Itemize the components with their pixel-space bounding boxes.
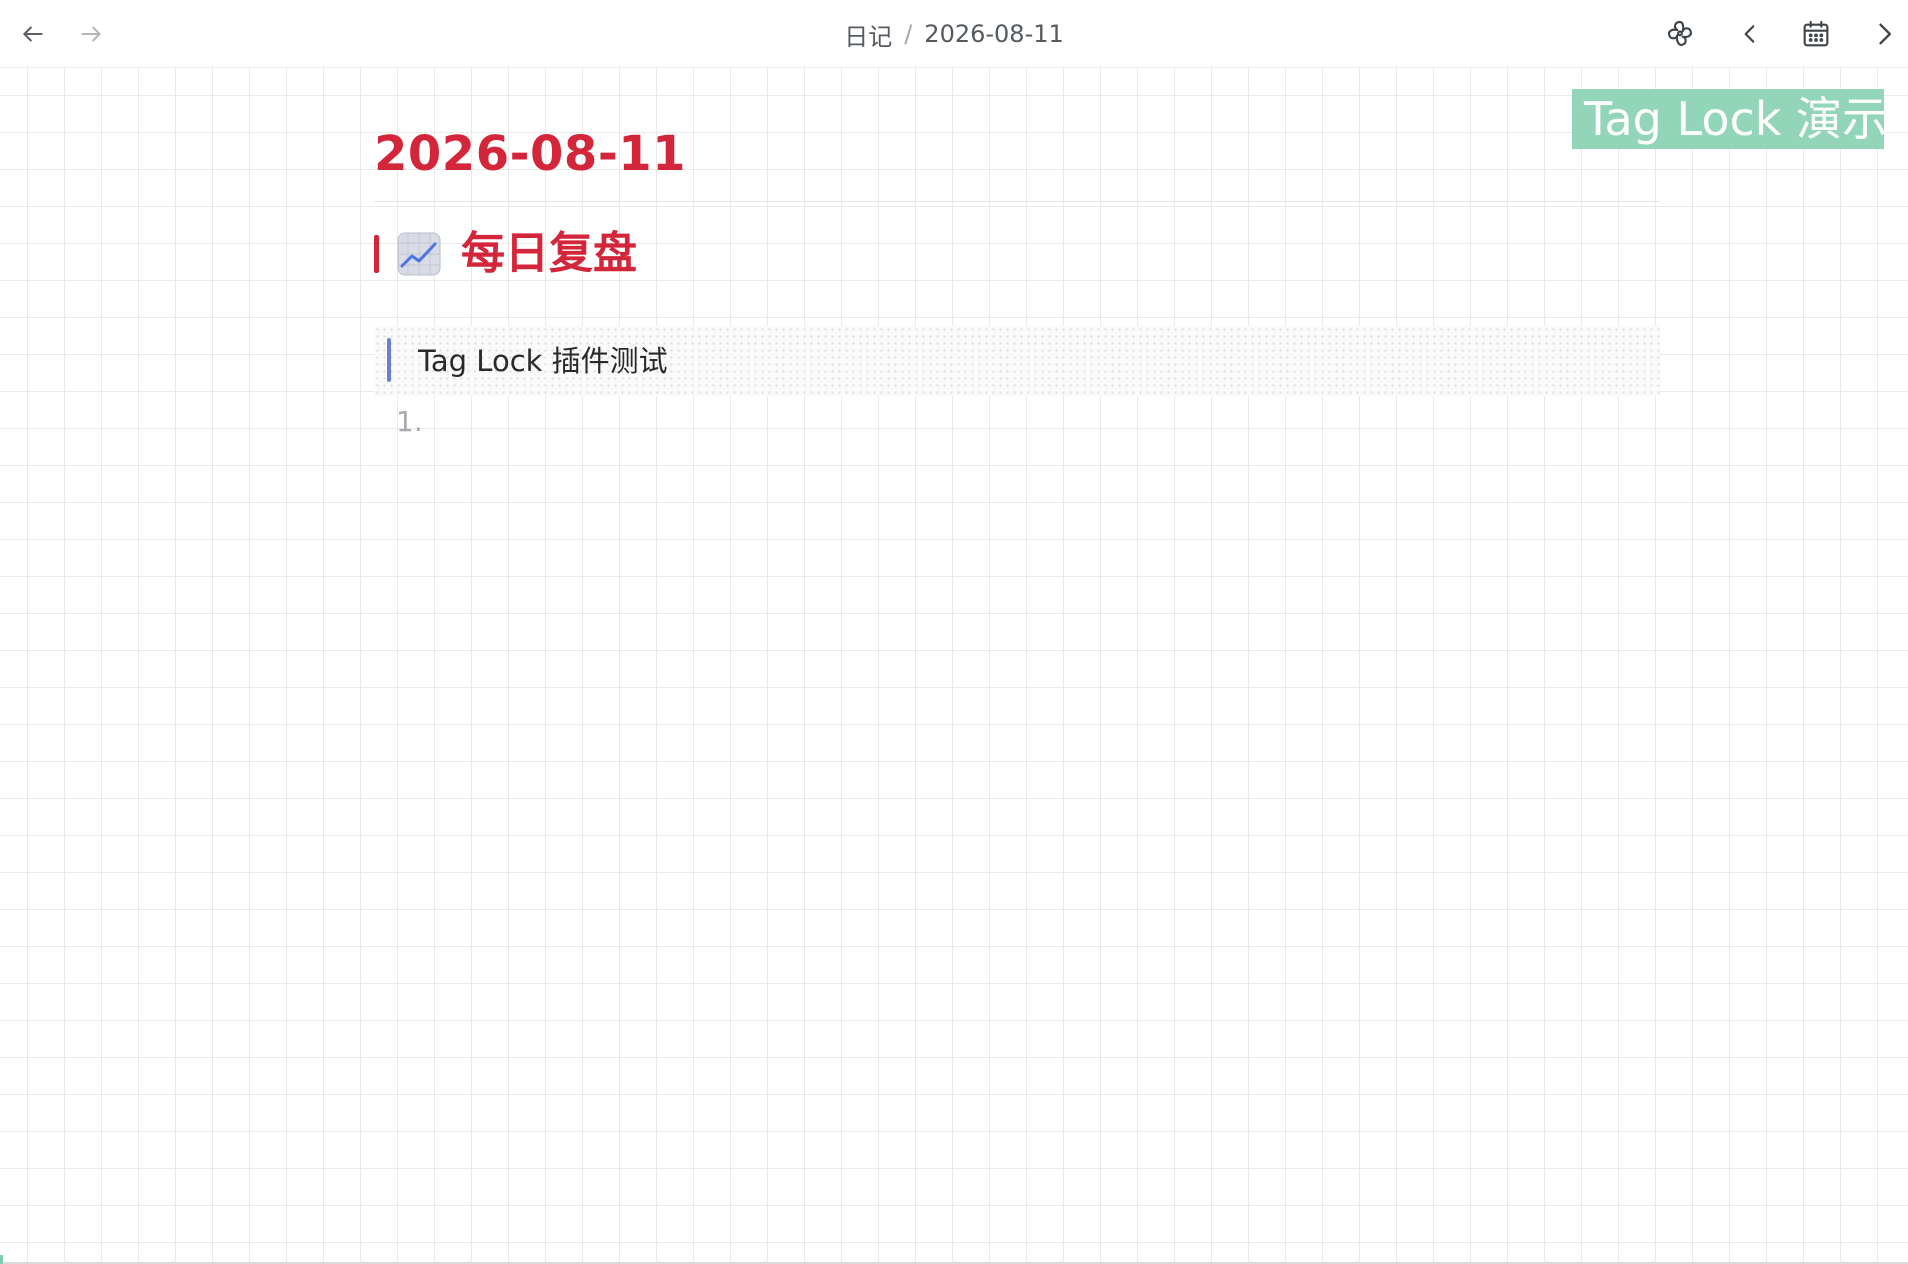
heading-accent-bar (374, 235, 379, 273)
bottom-accent-mark (0, 1255, 3, 1264)
quote-block[interactable]: Tag Lock 插件测试 (374, 326, 1660, 396)
chevron-left-icon (1744, 25, 1755, 43)
breadcrumb-parent[interactable]: 日记 (844, 17, 892, 52)
chevron-right-icon (1879, 23, 1891, 45)
sync-icon (1668, 20, 1692, 46)
heading-text: 每日复盘 (461, 228, 637, 279)
calendar-icon (1803, 20, 1829, 47)
sync-button[interactable] (1660, 14, 1700, 54)
document-title[interactable]: 2026-08-11 (374, 124, 686, 184)
quote-text: Tag Lock 插件测试 (418, 344, 668, 378)
quote-accent-bar (387, 338, 391, 382)
previous-day-button[interactable] (1730, 14, 1770, 54)
chart-increasing-icon (397, 232, 441, 276)
title-divider (374, 201, 1660, 202)
back-button[interactable] (13, 14, 53, 54)
section-heading[interactable]: 每日复盘 (374, 226, 637, 282)
grid-canvas (0, 68, 1908, 1262)
arrow-right-icon (81, 26, 101, 42)
breadcrumb-current[interactable]: 2026-08-11 (924, 20, 1063, 48)
ordered-list-marker[interactable]: 1. (396, 402, 423, 442)
calendar-button[interactable] (1796, 14, 1836, 54)
arrow-left-icon (23, 26, 43, 42)
breadcrumb-separator: / (904, 20, 913, 48)
breadcrumb: 日记 / 2026-08-11 (0, 0, 1908, 68)
app-window: 日记 / 2026-08-11 2026-08-11 每日复盘 Tag Lock… (0, 0, 1908, 1264)
next-day-button[interactable] (1864, 14, 1904, 54)
top-bar: 日记 / 2026-08-11 (0, 0, 1908, 68)
forward-button[interactable] (71, 14, 111, 54)
tag-lock-badge: Tag Lock 演示 (1572, 89, 1884, 149)
